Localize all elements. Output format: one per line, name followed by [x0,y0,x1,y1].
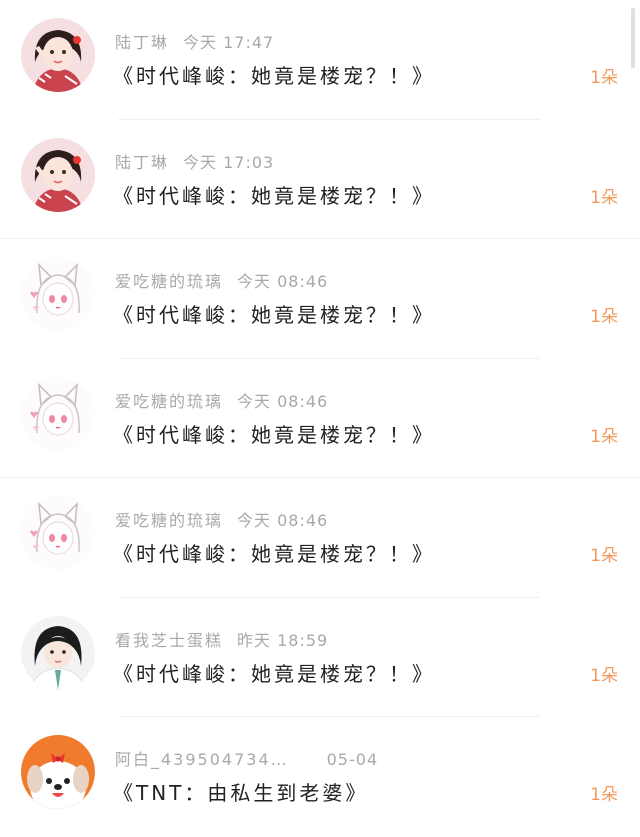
avatar[interactable] [21,615,95,690]
timestamp: 昨天 18:59 [237,630,329,650]
list-item[interactable]: 阿白_439504734… 05-04 《TNT：由私生到老婆》 1朵 [0,717,640,837]
list-item[interactable]: 陆丁琳 今天 17:03 《时代峰峻：她竟是楼宠？！》 1朵 [0,120,640,239]
gift-count: 1朵 [590,307,618,327]
gift-count: 1朵 [590,187,618,208]
timestamp: 今天 17:03 [183,152,275,172]
work-title[interactable]: 《时代峰峻：她竟是楼宠？！》 [113,419,435,448]
item-meta: 阿白_439504734… 05-04 [115,746,378,770]
sender-name[interactable]: 陆丁琳 [115,153,169,172]
avatar[interactable] [21,496,95,570]
avatar[interactable] [21,137,95,212]
item-meta: 陆丁琳 今天 17:03 [115,149,274,173]
avatar[interactable] [21,376,95,451]
sender-name[interactable]: 阿白_439504734… [115,750,289,769]
gift-count: 1朵 [590,665,618,686]
item-meta: 陆丁琳 今天 17:47 [115,29,274,53]
list-item[interactable]: 看我芝士蛋糕 昨天 18:59 《时代峰峻：她竟是楼宠？！》 1朵 [0,598,640,717]
work-title[interactable]: 《时代峰峻：她竟是楼宠？！》 [113,538,435,567]
avatar[interactable] [21,735,95,809]
timestamp: 05-04 [326,750,379,769]
sender-name[interactable]: 爱吃糖的琉璃 [115,392,223,411]
timestamp: 今天 08:46 [237,391,329,411]
work-title[interactable]: 《时代峰峻：她竟是楼宠？！》 [113,658,435,687]
list-item[interactable]: 爱吃糖的琉璃 今天 08:46 《时代峰峻：她竟是楼宠？！》 1朵 [0,478,640,598]
avatar[interactable] [21,18,95,92]
timestamp: 今天 17:47 [183,33,275,52]
work-title[interactable]: 《TNT：由私生到老婆》 [113,777,368,806]
gift-count: 1朵 [590,68,618,88]
work-title[interactable]: 《时代峰峻：她竟是楼宠？！》 [113,299,435,328]
sender-name[interactable]: 爱吃糖的琉璃 [115,272,223,291]
item-meta: 爱吃糖的琉璃 今天 08:46 [115,268,328,292]
gift-count: 1朵 [590,426,618,447]
work-title[interactable]: 《时代峰峻：她竟是楼宠？！》 [113,60,435,89]
item-meta: 看我芝士蛋糕 昨天 18:59 [115,627,328,651]
work-title[interactable]: 《时代峰峻：她竟是楼宠？！》 [113,180,435,209]
sender-name[interactable]: 爱吃糖的琉璃 [115,511,223,530]
gift-record-list: 陆丁琳 今天 17:47 《时代峰峻：她竟是楼宠？！》 1朵 陆丁琳 今天 17:0… [0,0,640,837]
avatar[interactable] [21,257,95,331]
item-meta: 爱吃糖的琉璃 今天 08:46 [115,388,328,412]
timestamp: 今天 08:46 [237,511,329,530]
timestamp: 今天 08:46 [237,272,329,291]
list-item[interactable]: 爱吃糖的琉璃 今天 08:46 《时代峰峻：她竟是楼宠？！》 1朵 [0,359,640,478]
sender-name[interactable]: 看我芝士蛋糕 [115,631,223,650]
gift-count: 1朵 [590,785,618,805]
list-item[interactable]: 爱吃糖的琉璃 今天 08:46 《时代峰峻：她竟是楼宠？！》 1朵 [0,239,640,359]
gift-count: 1朵 [590,546,618,566]
scrollbar[interactable] [631,8,635,68]
item-meta: 爱吃糖的琉璃 今天 08:46 [115,507,328,531]
sender-name[interactable]: 陆丁琳 [115,33,169,52]
list-item[interactable]: 陆丁琳 今天 17:47 《时代峰峻：她竟是楼宠？！》 1朵 [0,0,640,120]
